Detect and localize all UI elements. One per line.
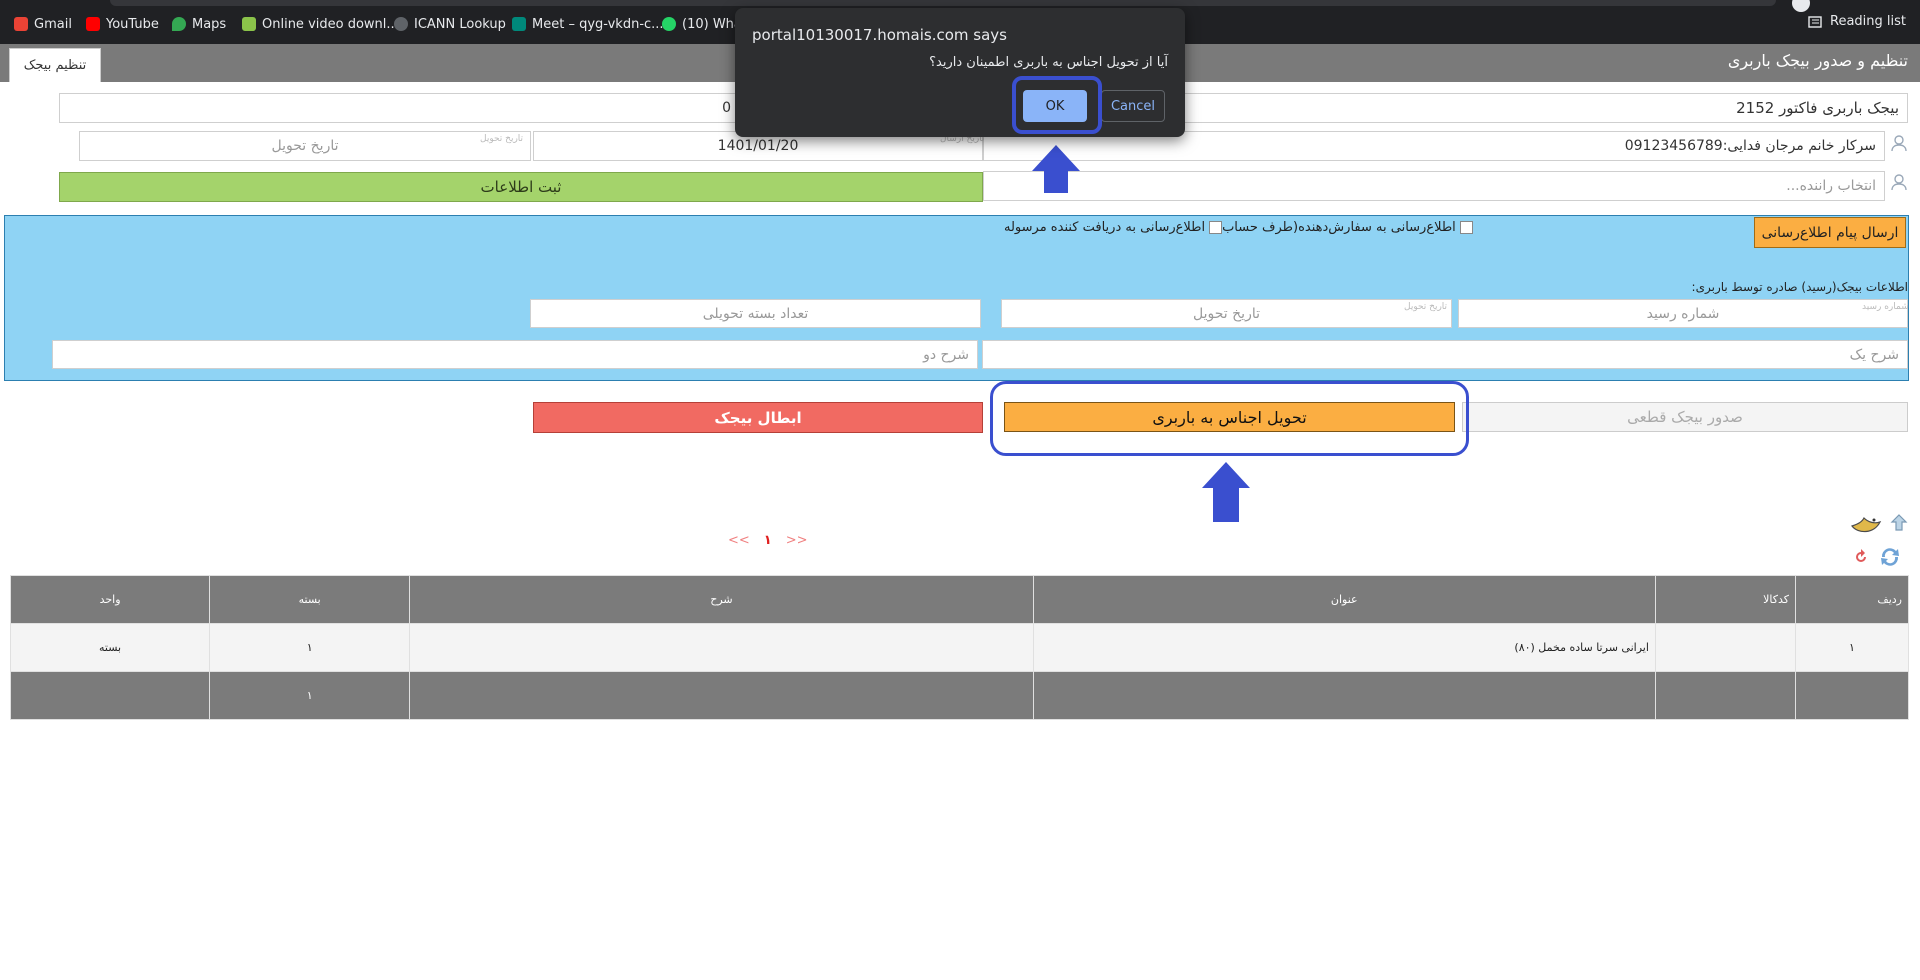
icann-icon [394, 17, 408, 31]
annotation-arrow-ok-shaft [1044, 170, 1068, 193]
footer-cell [1794, 671, 1910, 720]
header-title: عنوان [1032, 575, 1656, 624]
footer-cell [9, 671, 211, 720]
youtube-icon [86, 17, 100, 31]
submit-button[interactable]: ثبت اطلاعات [59, 172, 983, 202]
footer-cell [1032, 671, 1656, 720]
undo-icon[interactable] [1851, 547, 1871, 567]
user-icon [1891, 135, 1907, 152]
table-header-row: ردیف کدکالا عنوان شرح بسته واحد [9, 575, 1910, 624]
annotation-arrow-ok [1032, 145, 1080, 171]
bookmark-youtube[interactable]: YouTube [86, 14, 159, 34]
description-two-field[interactable]: شرح دو [52, 340, 978, 369]
orderer-check-label: اطلاع‌رسانی به سفارش‌دهنده(طرف حساب) [1217, 220, 1456, 235]
items-table: ردیف کدکالا عنوان شرح بسته واحد ۱ ایرانی… [9, 575, 1910, 720]
bookmark-label: ICANN Lookup [414, 16, 506, 32]
header-row-number: ردیف [1794, 575, 1910, 624]
whatsapp-icon [662, 17, 676, 31]
bookmark-icann[interactable]: ICANN Lookup [394, 14, 506, 34]
receipt-section-label: اطلاعات بیجک(رسید) صادره توسط باربری: [1691, 280, 1908, 294]
bookmark-meet[interactable]: Meet – qyg-vkdn-c... [512, 14, 664, 34]
header-code: کدکالا [1654, 575, 1796, 624]
bookmark-label: Meet – qyg-vkdn-c... [532, 16, 664, 32]
cell-unit: بسته [9, 623, 211, 672]
bookmark-label: YouTube [106, 16, 159, 32]
cell-code [1654, 623, 1796, 672]
final-issue-button[interactable]: صدور بیجک قطعی [1462, 402, 1908, 432]
page-title: تنظیم و صدور بیجک باربری [1727, 51, 1908, 70]
reading-list-icon [1808, 15, 1822, 28]
bookmark-maps[interactable]: Maps [172, 14, 226, 34]
bookmark-video-downloader[interactable]: Online video downl... [242, 14, 399, 34]
reading-list-label: Reading list [1830, 14, 1906, 29]
dialog-message: آیا از تحویل اجناس به باربری اطمینان دار… [929, 55, 1168, 70]
ok-highlight [1012, 76, 1102, 134]
maps-pin-icon [172, 17, 186, 31]
pagination-current[interactable]: ۱ [764, 533, 772, 548]
footer-cell [1654, 671, 1796, 720]
header-package: بسته [209, 575, 411, 624]
tab-setup[interactable]: تنظیم بیجک [9, 48, 101, 82]
profile-avatar[interactable] [1792, 0, 1810, 12]
driver-select[interactable]: انتخاب راننده... [983, 171, 1885, 201]
receipt-delivery-date-hint: تاریخ تحویل [1404, 302, 1448, 312]
receipt-number-field[interactable]: شماره رسید [1458, 299, 1908, 328]
driver-icon [1891, 174, 1907, 191]
package-count-field[interactable]: تعداد بسته تحویلی [530, 299, 981, 328]
gmail-icon [14, 17, 28, 31]
refresh-icon[interactable] [1876, 545, 1904, 569]
send-notify-button[interactable]: ارسال پیام اطلاع‌رسانی [1754, 217, 1906, 248]
confirm-dialog: portal10130017.homais.com says آیا از تح… [735, 8, 1185, 137]
pagination-prev[interactable]: << [728, 533, 750, 548]
cell-row-number: ۱ [1794, 623, 1910, 672]
table-row[interactable]: ۱ ایرانی سرتا ساده مخمل (۸۰) ۱ بسته [9, 623, 1910, 672]
cell-description [409, 623, 1034, 672]
table-footer-row: ۱ [9, 671, 1910, 720]
orderer-checkbox[interactable] [1459, 221, 1473, 234]
bookmark-gmail[interactable]: Gmail [14, 14, 72, 34]
bookmark-label: Gmail [34, 16, 72, 32]
receiver-check-label: اطلاع‌رسانی به دریافت کننده مرسوله [1004, 220, 1206, 235]
footer-package-total: ۱ [209, 671, 411, 720]
description-one-field[interactable]: شرح یک [982, 340, 1908, 369]
bookmark-label: Online video downl... [262, 16, 399, 32]
receipt-number-hint: شماره رسید [1862, 302, 1909, 312]
invoice-aux-field[interactable]: 0 [59, 93, 740, 123]
pagination-next[interactable]: >> [786, 533, 808, 548]
bookmark-label: Maps [192, 16, 227, 32]
orderer-check[interactable]: اطلاع‌رسانی به سفارش‌دهنده(طرف حساب) [1217, 220, 1473, 235]
address-bar[interactable] [110, 0, 1776, 6]
upload-icon[interactable] [1888, 512, 1910, 534]
footer-cell [409, 671, 1034, 720]
dialog-origin: portal10130017.homais.com says [752, 26, 1007, 44]
cell-title: ایرانی سرتا ساده مخمل (۸۰) [1032, 623, 1656, 672]
header-unit: واحد [9, 575, 211, 624]
reading-list-button[interactable]: Reading list [1808, 14, 1906, 29]
meet-icon [512, 17, 526, 31]
annotation-arrow-deliver-shaft [1213, 488, 1239, 522]
receipt-delivery-date-field[interactable]: تاریخ تحویل [1001, 299, 1452, 328]
receiver-checkbox[interactable] [1209, 221, 1223, 234]
annotation-arrow-deliver [1202, 462, 1250, 488]
bird-icon[interactable] [1848, 508, 1884, 538]
pagination: << ۱ >> [728, 533, 808, 548]
delivery-date-field[interactable]: تاریخ تحویل [79, 131, 531, 161]
dialog-cancel-button[interactable]: Cancel [1101, 90, 1165, 122]
receiver-check[interactable]: اطلاع‌رسانی به دریافت کننده مرسوله [1004, 220, 1223, 235]
delivery-date-hint: تاریخ تحویل [480, 134, 524, 144]
deliver-button[interactable]: تحویل اجناس به باربری [1004, 402, 1455, 432]
header-description: شرح [409, 575, 1034, 624]
download-icon [242, 17, 256, 31]
cell-package: ۱ [209, 623, 411, 672]
cancel-invoice-button[interactable]: ابطال بیجک [533, 402, 983, 433]
